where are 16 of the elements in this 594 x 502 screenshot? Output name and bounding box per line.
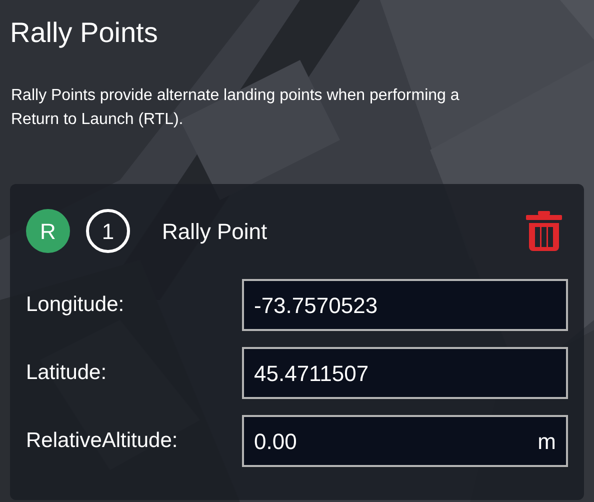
field-value: -73.7570523 bbox=[254, 292, 379, 320]
rally-badge: R bbox=[26, 209, 70, 253]
field-value: 45.4711507 bbox=[254, 360, 370, 388]
field-value: 0.00 bbox=[254, 428, 298, 456]
panel-title: Rally Points bbox=[10, 16, 159, 50]
description: Rally Points provide alternate landing points when performing a Return to Launch (RTL). bbox=[10, 86, 460, 130]
field-label: Longitude: bbox=[26, 292, 126, 318]
unit-label: m bbox=[538, 428, 556, 456]
input-field[interactable]: 0.00 m bbox=[242, 415, 568, 467]
field-label: RelativeAltitude: bbox=[26, 428, 179, 454]
input-field[interactable]: -73.7570523 bbox=[242, 279, 568, 331]
index-badge: 1 bbox=[86, 209, 130, 253]
input-field[interactable]: 45.4711507 bbox=[242, 347, 568, 399]
rally-point-name: Rally Point bbox=[162, 218, 268, 246]
field-label: Latitude: bbox=[26, 360, 108, 386]
trash-icon[interactable] bbox=[526, 211, 562, 251]
